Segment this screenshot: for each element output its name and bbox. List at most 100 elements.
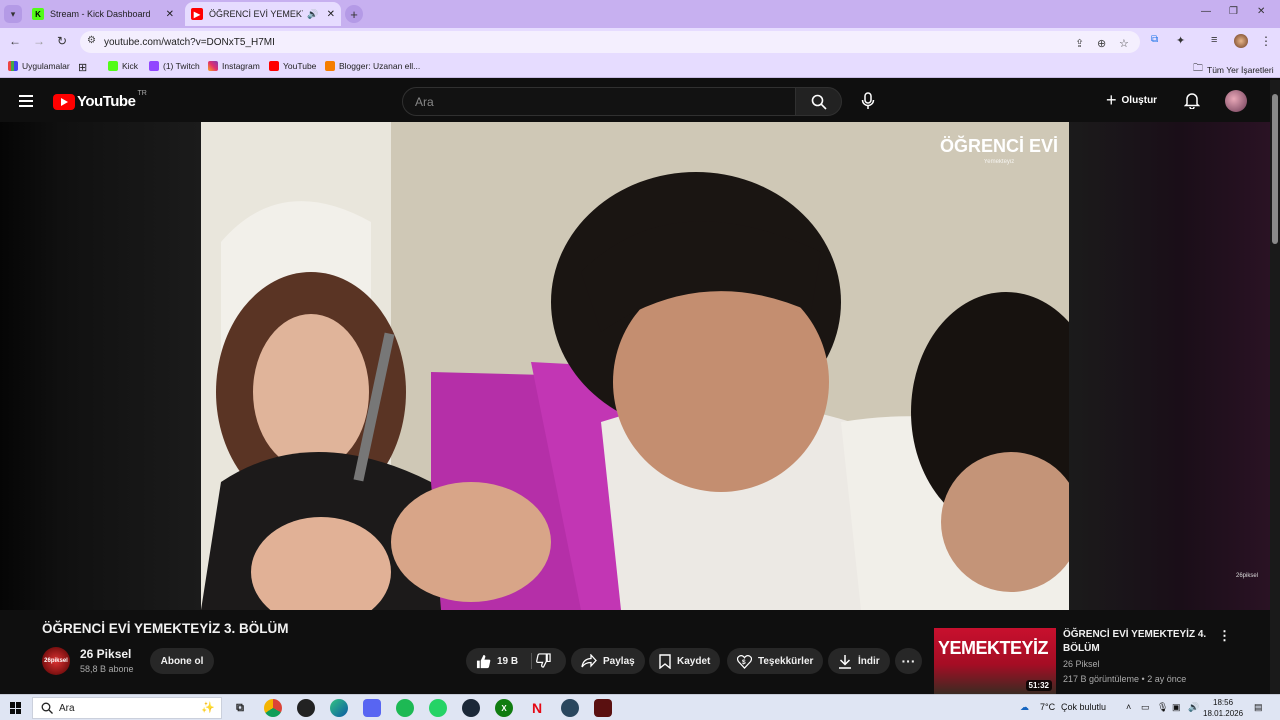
new-tab-button[interactable]: + — [345, 5, 363, 23]
game-app-icon[interactable] — [594, 699, 612, 717]
bookmark-kick[interactable]: Kick — [108, 61, 138, 71]
browser-toolbar: ← → ↻ ⚙ youtube.com/watch?v=DONxT5_H7MI … — [0, 28, 1280, 56]
recommended-meta: 217 B görüntüleme • 2 ay önce — [1063, 674, 1187, 684]
recommended-more-icon[interactable]: ⋮ — [1218, 628, 1231, 644]
tab-groups-icon[interactable]: ⊞ — [78, 61, 87, 74]
chrome-icon[interactable] — [264, 699, 282, 717]
bookmark-star-icon[interactable]: ☆ — [1119, 37, 1129, 50]
bookmark-twitch[interactable]: (1) Twitch — [149, 61, 200, 71]
reload-icon[interactable]: ↻ — [57, 34, 67, 48]
page-scrollbar[interactable] — [1270, 80, 1280, 694]
account-avatar[interactable] — [1225, 90, 1247, 112]
video-title: ÖĞRENCİ EVİ YEMEKTEYİZ 3. BÖLÜM — [42, 621, 289, 636]
share-button[interactable]: Paylaş — [571, 648, 645, 674]
country-code: TR — [137, 90, 147, 97]
restore-icon[interactable]: ❐ — [1229, 6, 1238, 17]
clock-time: 18:56 — [1213, 698, 1234, 707]
dislike-button[interactable] — [536, 653, 557, 671]
video-still-image — [201, 122, 1069, 610]
browser-tab-strip: ▾ K Stream - Kick Dashboard ✕ ▶ ÖĞRENCİ … — [0, 0, 1280, 28]
more-actions-button[interactable]: ··· — [895, 648, 922, 674]
bookmark-label: Kick — [122, 61, 139, 71]
obs-icon[interactable] — [297, 699, 315, 717]
notifications-button[interactable] — [1183, 91, 1201, 114]
taskbar-search[interactable]: Ara ✨ — [32, 697, 222, 719]
bookmark-apps[interactable]: Uygulamalar — [8, 61, 70, 71]
task-view-icon[interactable]: ⧉ — [231, 699, 249, 717]
tab-youtube-video[interactable]: ▶ ÖĞRENCİ EVİ YEMEKTEYİZ 🔊 ✕ — [185, 2, 341, 26]
youtube-masthead: YouTube TR Ara + Oluştur — [0, 80, 1270, 122]
extensions-icon[interactable]: ✦ — [1176, 34, 1185, 47]
create-button[interactable]: + Oluştur — [1106, 91, 1157, 109]
tray-overflow-icon[interactable]: ˄ — [1126, 702, 1131, 712]
network-icon[interactable]: ▣ — [1172, 702, 1181, 713]
screen-icon[interactable]: ▭ — [1141, 702, 1150, 713]
install-app-icon[interactable]: ⇪ — [1075, 37, 1084, 50]
bookmark-blogger[interactable]: Blogger: Uzanan ell... — [325, 61, 420, 71]
weather-temp[interactable]: 7°C — [1040, 702, 1055, 712]
site-info-icon[interactable]: ⚙ — [87, 35, 96, 46]
windows-taskbar: Ara ✨ ⧉ X N ☁ 7°C Çok bulutlu ˄ ▭ 🎙 ▣ 🔊 … — [0, 694, 1280, 720]
whatsapp-icon[interactable] — [429, 699, 447, 717]
download-button[interactable]: İndir — [828, 648, 890, 674]
url-text: youtube.com/watch?v=DONxT5_H7MI — [104, 36, 275, 48]
channel-avatar[interactable]: 26piksel — [42, 647, 70, 675]
tab-search-button[interactable]: ▾ — [4, 5, 22, 23]
corner-logo: 26piksel — [1236, 573, 1259, 579]
clock-date: 18.01.2026 — [1203, 709, 1244, 718]
like-button[interactable]: 19 B — [476, 654, 518, 669]
bookmark-label: Uygulamalar — [22, 61, 70, 71]
tab-kick-dashboard[interactable]: K Stream - Kick Dashboard ✕ — [26, 2, 180, 26]
all-bookmarks[interactable]: 🗀 Tüm Yer İşaretleri — [1193, 61, 1274, 78]
zoom-icon[interactable]: ⊕ — [1097, 37, 1106, 50]
weather-description[interactable]: Çok bulutlu — [1061, 702, 1106, 712]
close-window-icon[interactable]: ✕ — [1257, 6, 1265, 17]
address-bar[interactable]: ⚙ youtube.com/watch?v=DONxT5_H7MI ⇪ ⊕ ☆ — [80, 31, 1140, 53]
reading-list-icon[interactable]: ≡ — [1211, 34, 1217, 46]
microphone-tray-icon[interactable]: 🎙 — [1157, 702, 1168, 713]
channel-name[interactable]: 26 Piksel — [80, 647, 131, 661]
recommended-video-title[interactable]: ÖĞRENCİ EVİ YEMEKTEYİZ 4. BÖLÜM — [1063, 628, 1213, 656]
search-input[interactable]: Ara — [402, 87, 796, 116]
thumbnail-text: YEMEKTEYİZ — [938, 638, 1049, 658]
tab-close-icon[interactable]: ✕ — [166, 9, 174, 20]
profile-avatar[interactable] — [1234, 34, 1248, 48]
forward-icon[interactable]: → — [33, 34, 45, 48]
volume-icon[interactable]: 🔊 — [1188, 702, 1199, 713]
tab-close-icon[interactable]: ✕ — [327, 9, 335, 20]
browser-menu-icon[interactable]: ⋮ — [1260, 34, 1272, 48]
bookmark-instagram[interactable]: Instagram — [208, 61, 260, 71]
thanks-button[interactable]: $ Teşekkürler — [727, 648, 824, 674]
discord-icon[interactable] — [363, 699, 381, 717]
super-thanks-icon: $ — [737, 654, 752, 669]
subscribe-button[interactable]: Abone ol — [150, 648, 214, 674]
translate-icon[interactable]: ⧉ — [1151, 34, 1158, 45]
thumbs-down-icon — [536, 653, 551, 668]
thanks-label: Teşekkürler — [758, 655, 814, 667]
spotify-icon[interactable] — [396, 699, 414, 717]
xbox-icon[interactable]: X — [495, 699, 513, 717]
search-button[interactable] — [795, 87, 842, 116]
video-frame[interactable] — [201, 122, 1069, 610]
recommended-channel[interactable]: 26 Piksel — [1063, 659, 1100, 669]
bookmark-label: Instagram — [222, 61, 260, 71]
minimize-icon[interactable]: — — [1201, 6, 1211, 17]
voice-search-button[interactable] — [858, 91, 878, 111]
steam-icon[interactable] — [561, 699, 579, 717]
back-icon[interactable]: ← — [9, 34, 21, 48]
bookmark-youtube[interactable]: YouTube — [269, 61, 316, 71]
netflix-icon[interactable]: N — [528, 699, 546, 717]
system-clock[interactable]: 18:56 18.01.2026 — [1203, 697, 1243, 719]
menu-icon[interactable] — [19, 95, 33, 107]
steam-icon[interactable] — [462, 699, 480, 717]
youtube-logo[interactable]: YouTube TR — [53, 90, 147, 110]
weather-icon[interactable]: ☁ — [1020, 702, 1029, 713]
notifications-icon[interactable]: ▤ — [1254, 702, 1263, 713]
scrollbar-thumb[interactable] — [1272, 94, 1278, 244]
windows-start-icon[interactable] — [10, 702, 22, 714]
kick-icon — [108, 61, 118, 71]
recommended-video-thumbnail[interactable]: YEMEKTEYİZ 51:32 — [934, 628, 1056, 694]
edge-icon[interactable] — [330, 699, 348, 717]
save-button[interactable]: Kaydet — [649, 648, 721, 674]
speaker-icon[interactable]: 🔊 — [307, 9, 318, 20]
